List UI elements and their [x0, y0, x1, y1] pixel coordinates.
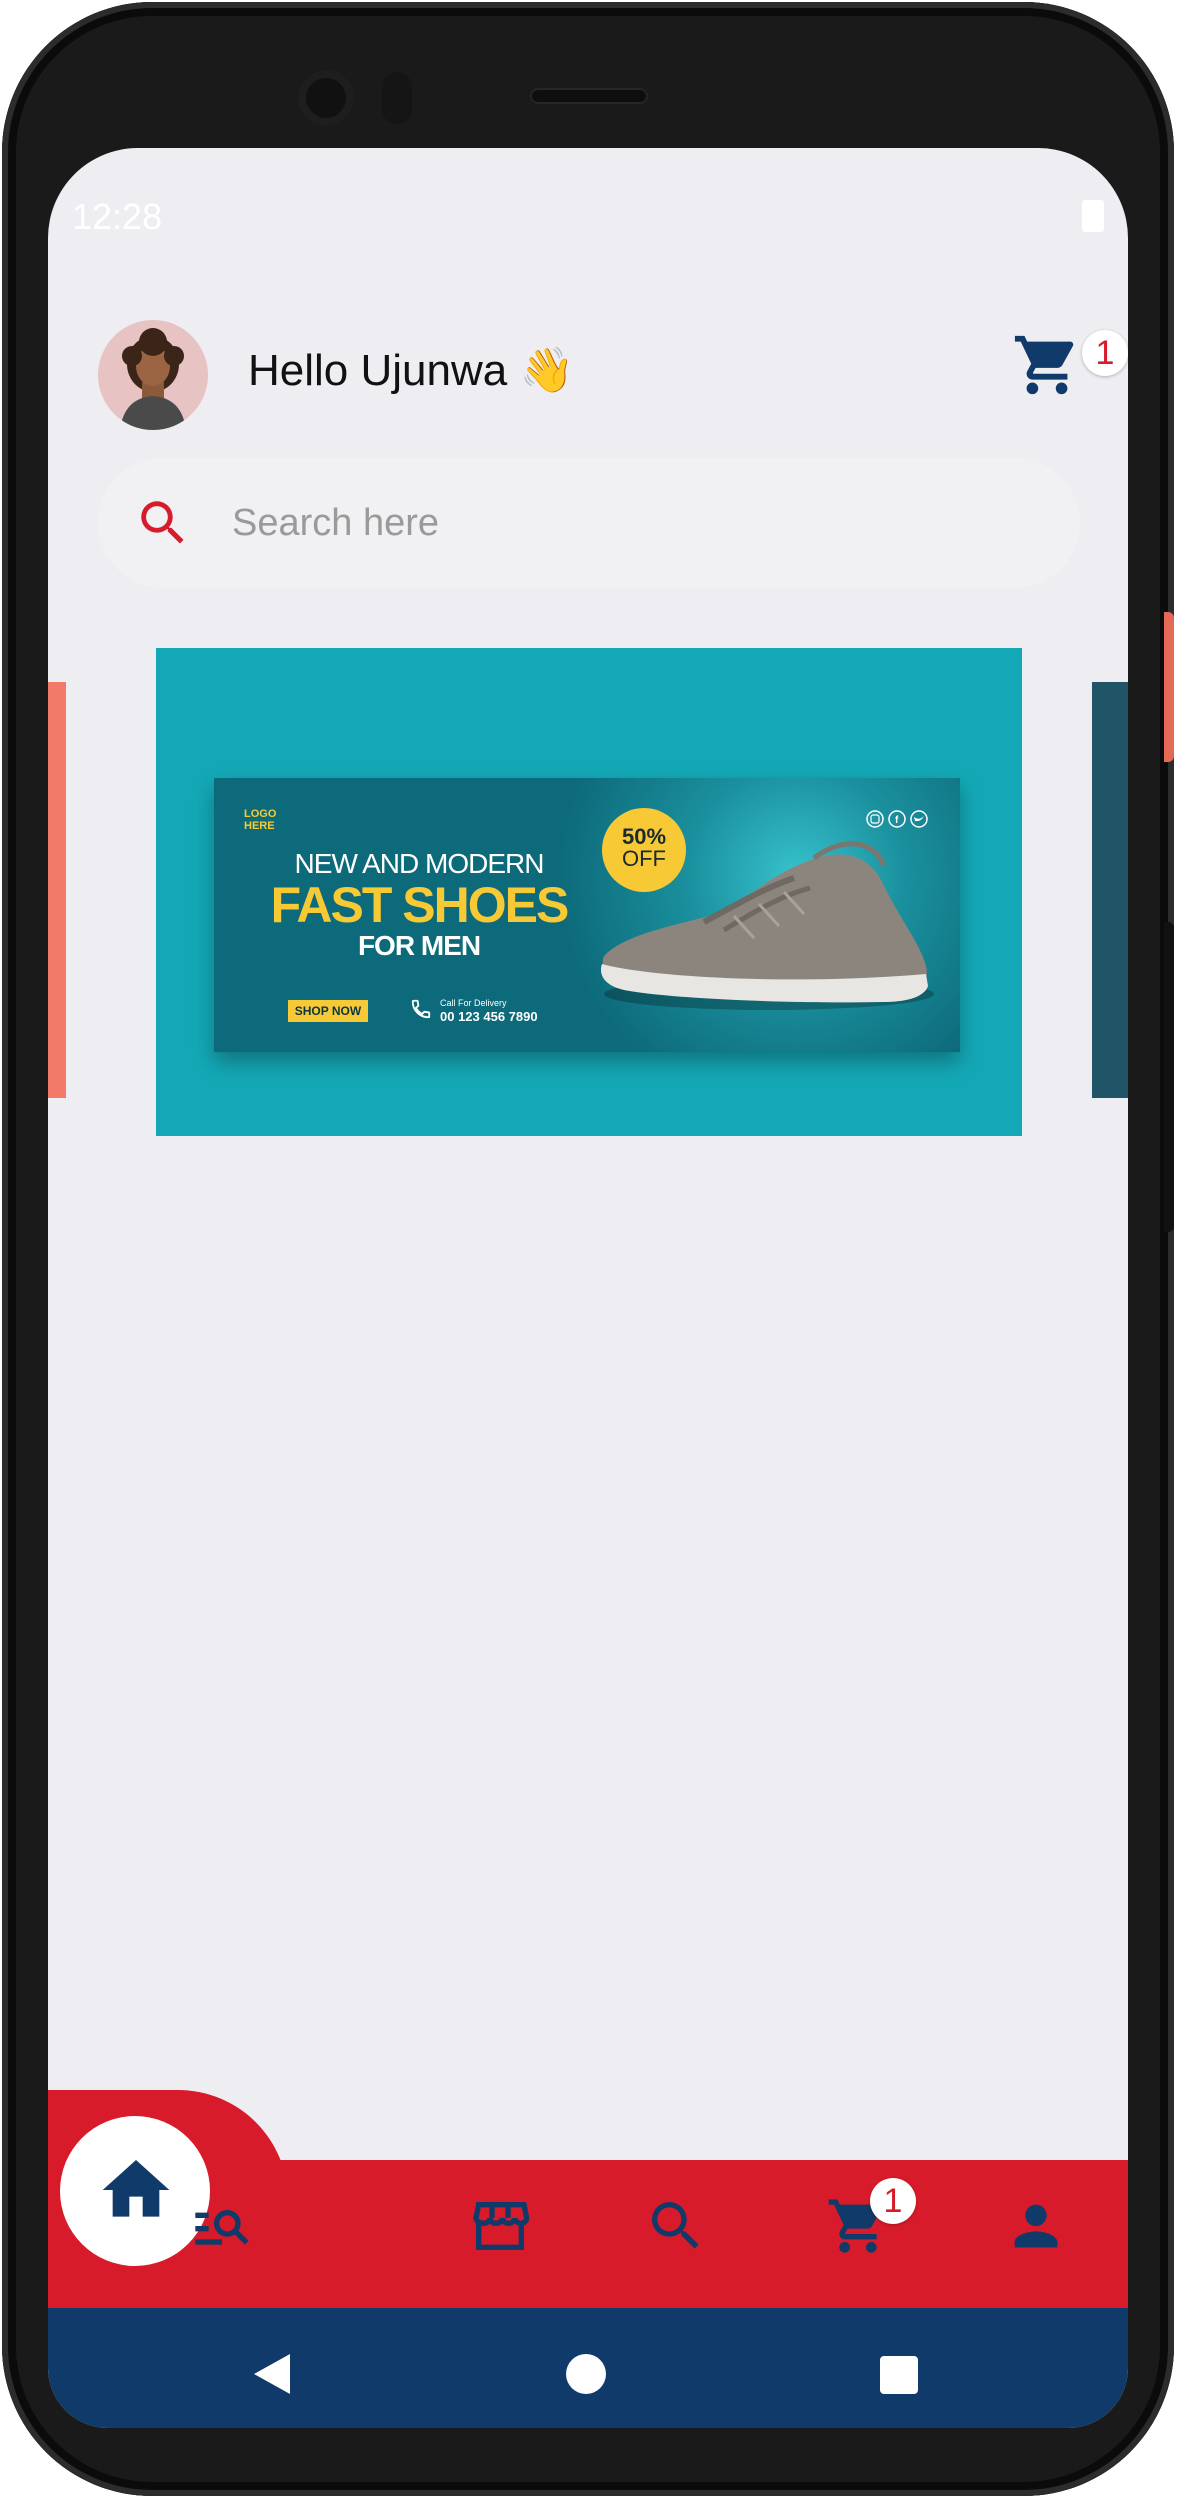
shop-now-button[interactable]: SHOP NOW [288, 1000, 368, 1022]
promo-banner[interactable]: LOGO HERE NEW AND MODERN FAST SHOES FOR … [156, 648, 1022, 1136]
power-button [1164, 612, 1174, 762]
shoe-image [584, 826, 944, 1026]
promo-card: LOGO HERE NEW AND MODERN FAST SHOES FOR … [214, 778, 960, 1052]
carousel-prev-slide[interactable] [48, 682, 66, 1098]
cart-badge: 1 [1082, 330, 1128, 376]
banner-line3: FOR MEN [357, 930, 481, 961]
list-search-icon [195, 2210, 249, 2245]
nav-cart-badge: 1 [870, 2178, 916, 2224]
earpiece-speaker [530, 88, 648, 104]
person-icon [1014, 2204, 1058, 2248]
back-icon[interactable] [252, 2352, 292, 2396]
avatar[interactable] [98, 320, 208, 430]
nav-profile[interactable] [1004, 2194, 1068, 2258]
system-nav-bar [48, 2308, 1128, 2428]
front-camera [298, 70, 354, 126]
status-time: 12:28 [72, 196, 163, 237]
carousel-next-slide[interactable] [1092, 682, 1128, 1098]
call-label: Call For Delivery [440, 998, 507, 1008]
nav-categories[interactable] [190, 2194, 254, 2258]
nav-search[interactable] [644, 2194, 708, 2258]
greeting-text: Hello Ujunwa 👋 [248, 346, 575, 395]
banner-headline: FAST SHOES [270, 877, 570, 933]
battery-icon [1082, 200, 1104, 232]
app-screen: 12:28 Hello Ujunwa 👋 1 Search here LOGO … [48, 148, 1128, 2428]
svg-text:f: f [895, 815, 899, 826]
store-icon [473, 2202, 530, 2250]
nav-home[interactable] [60, 2116, 210, 2266]
banner-logo: LOGO HERE [244, 808, 277, 832]
phone-number: 00 123 456 7890 [440, 1009, 538, 1024]
phone-frame: 12:28 Hello Ujunwa 👋 1 Search here LOGO … [2, 2, 1174, 2496]
search-icon [652, 2202, 699, 2249]
cart-icon[interactable] [1012, 330, 1082, 400]
volume-button [1164, 922, 1174, 1232]
search-input[interactable]: Search here [232, 502, 439, 545]
recents-icon[interactable] [880, 2356, 918, 2394]
search-bar[interactable]: Search here [98, 458, 1080, 588]
phone-icon [410, 998, 432, 1020]
sensor [382, 72, 412, 124]
search-icon [134, 494, 192, 552]
home-circle-icon[interactable] [566, 2354, 606, 2394]
nav-store[interactable] [468, 2194, 532, 2258]
home-icon [96, 2150, 176, 2230]
